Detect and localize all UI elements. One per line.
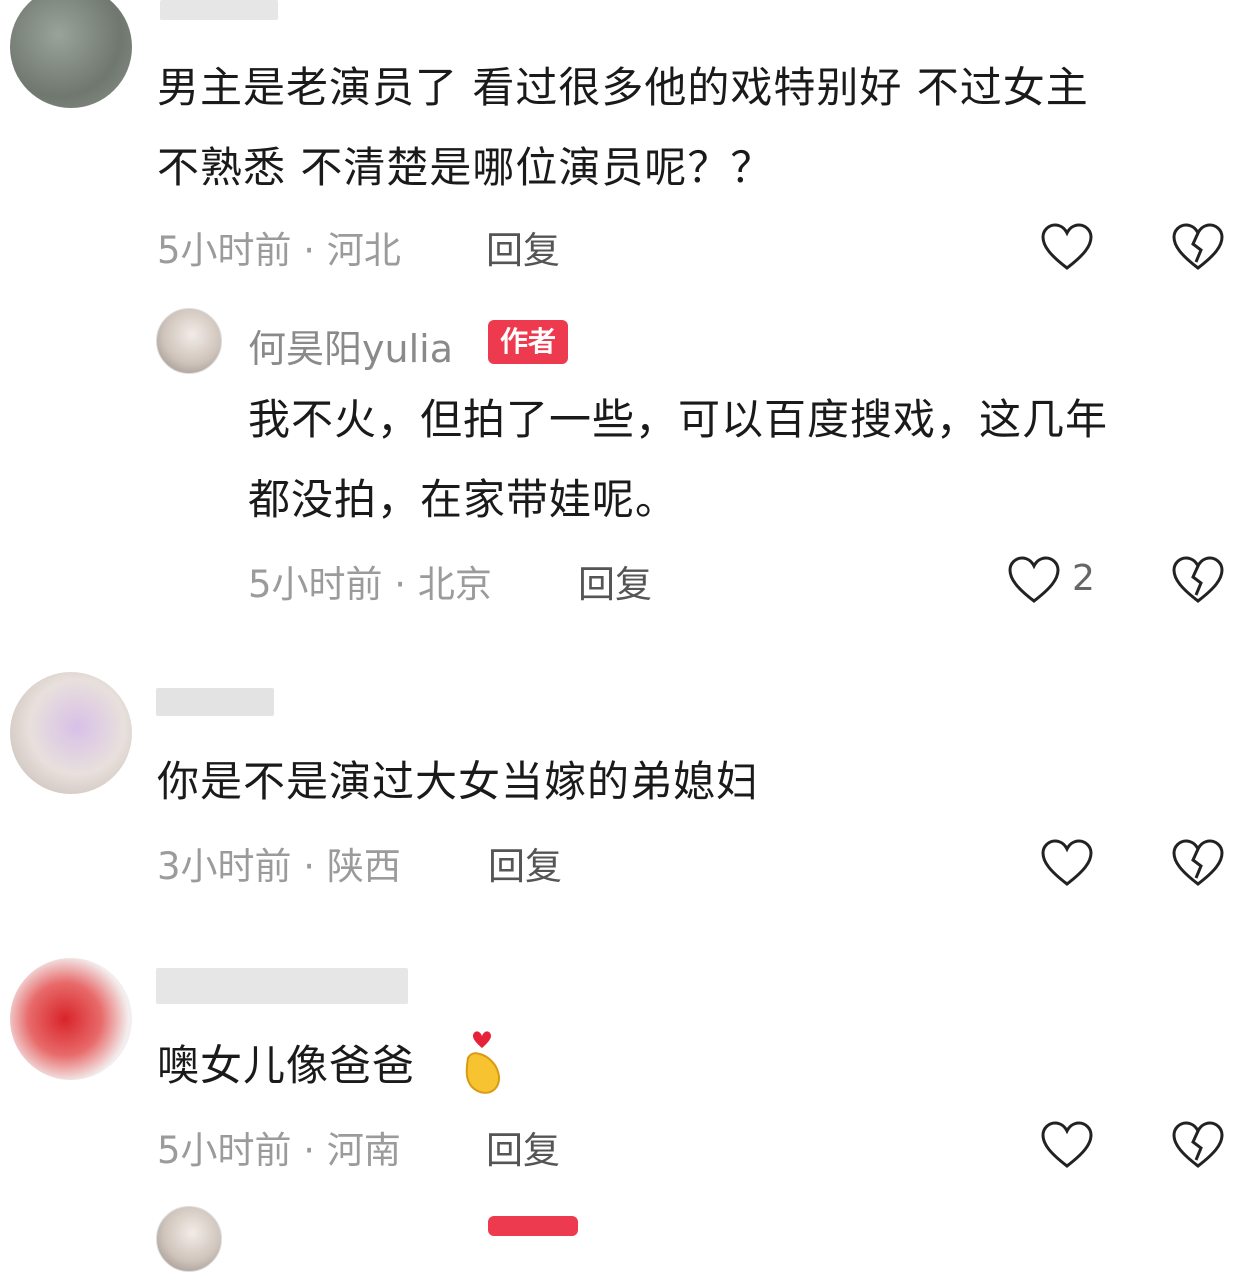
reply-button[interactable]: 回复 [486, 220, 560, 274]
dislike-icon[interactable] [1171, 222, 1225, 272]
author-avatar[interactable] [156, 1206, 222, 1272]
reply-button[interactable]: 回复 [488, 836, 562, 890]
username-blurred[interactable] [156, 968, 408, 1004]
reply-text: 都没拍，在家带娃呢。 [248, 475, 679, 524]
username-blurred[interactable] [160, 0, 278, 20]
comment-text: 不熟悉 不清楚是哪位演员呢？？ [157, 143, 774, 192]
heart-hands-emoji [465, 1031, 500, 1094]
comment-text: 噢女儿像爸爸 [157, 1041, 416, 1090]
comment-meta: 5小时前 · 河北 [157, 229, 401, 272]
dislike-icon[interactable] [1171, 838, 1225, 888]
comment-meta: 5小时前 · 北京 [248, 563, 492, 606]
like-icon[interactable] [1007, 555, 1061, 605]
like-icon[interactable] [1040, 838, 1094, 888]
avatar-blurred[interactable] [10, 672, 132, 794]
avatar-blurred[interactable] [10, 958, 132, 1080]
dislike-icon[interactable] [1171, 1120, 1225, 1170]
comment-text: 你是不是演过大女当嫁的弟媳妇 [157, 757, 760, 806]
avatar-blurred[interactable] [10, 0, 132, 108]
comment-meta: 3小时前 · 陕西 [157, 845, 401, 888]
like-icon[interactable] [1040, 222, 1094, 272]
author-badge: 作者 [488, 320, 569, 364]
author-name[interactable]: 何昊阳yulia [248, 318, 453, 373]
username-blurred[interactable] [156, 688, 274, 716]
author-badge-partial [488, 1216, 578, 1236]
like-count: 2 [1072, 558, 1095, 599]
dislike-icon[interactable] [1171, 555, 1225, 605]
comment-meta: 5小时前 · 河南 [157, 1129, 401, 1172]
reply-button[interactable]: 回复 [578, 554, 652, 608]
reply-button[interactable]: 回复 [486, 1120, 560, 1174]
reply-text: 我不火，但拍了一些，可以百度搜戏，这几年 [248, 395, 1109, 444]
author-avatar[interactable] [156, 308, 222, 374]
comment-text: 男主是老演员了 看过很多他的戏特别好 不过女主 [157, 63, 1089, 112]
like-icon[interactable] [1040, 1120, 1094, 1170]
